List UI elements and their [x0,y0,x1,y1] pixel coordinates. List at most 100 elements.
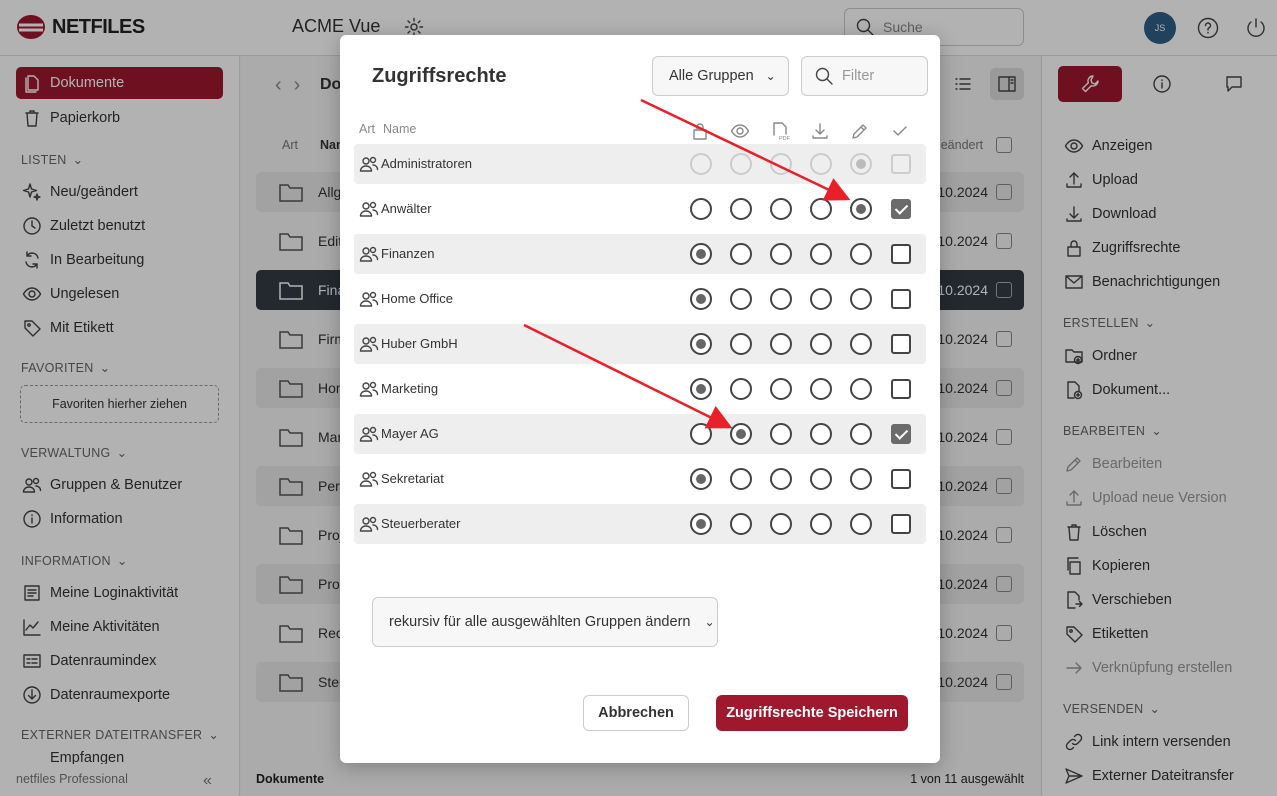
recursive-select-value: rekursiv für alle ausgewählten Gruppen ä… [389,614,691,630]
permission-row: Sekretariat [354,459,926,499]
row-select-checkbox[interactable] [891,199,911,219]
group-name: Sekretariat [381,471,444,486]
permission-radio[interactable] [810,333,832,355]
download-icon [810,121,830,141]
row-select-checkbox[interactable] [891,334,911,354]
permission-row: Home Office [354,279,926,319]
pdf-icon: PDF [770,121,790,141]
permission-radio[interactable] [730,378,752,400]
permission-radio[interactable] [770,378,792,400]
row-select-checkbox[interactable] [891,244,911,264]
permission-row: Steuerberater [354,504,926,544]
save-access-rights-button[interactable]: Zugriffsrechte Speichern [716,695,908,731]
permission-radio[interactable] [850,243,872,265]
permission-radio[interactable] [770,243,792,265]
permission-radio[interactable] [810,288,832,310]
filter-input[interactable]: Filter [801,56,928,96]
permission-radio[interactable] [690,513,712,535]
permission-radio[interactable] [730,288,752,310]
group-select-value: Alle Gruppen [669,68,754,84]
permission-radio[interactable] [730,513,752,535]
group-icon [359,381,379,397]
permission-radio[interactable] [810,378,832,400]
permission-radio[interactable] [690,378,712,400]
column-header-art: Art [359,122,375,136]
permission-radio[interactable] [850,378,872,400]
group-name: Anwälter [381,201,432,216]
chevron-down-icon: ⌄ [765,69,776,83]
group-icon [359,291,379,307]
permission-radio[interactable] [730,468,752,490]
group-icon [359,426,379,442]
group-icon [359,201,379,217]
permission-radio[interactable] [730,333,752,355]
permission-radio[interactable] [690,468,712,490]
lock-icon [690,121,710,141]
permission-radio[interactable] [770,513,792,535]
group-name: Steuerberater [381,516,461,531]
permission-radio[interactable] [690,288,712,310]
permission-row: Administratoren [354,144,926,184]
permission-radio[interactable] [850,423,872,445]
row-select-checkbox[interactable] [891,289,911,309]
permission-radio[interactable] [730,243,752,265]
permission-radio[interactable] [810,243,832,265]
permission-radio[interactable] [810,423,832,445]
group-icon [359,336,379,352]
permission-row: Finanzen [354,234,926,274]
permission-row: Anwälter [354,189,926,229]
eye-icon [730,121,750,141]
recursive-select[interactable]: rekursiv für alle ausgewählten Gruppen ä… [372,597,718,647]
check-icon [890,121,910,141]
group-icon [359,246,379,262]
permission-radio[interactable] [690,333,712,355]
group-icon [359,516,379,532]
permission-radio[interactable] [730,423,752,445]
permission-radio[interactable] [730,198,752,220]
permission-radio[interactable] [850,468,872,490]
permission-radio[interactable] [810,198,832,220]
group-name: Administratoren [381,156,473,171]
row-select-checkbox[interactable] [891,514,911,534]
permission-radio[interactable] [690,423,712,445]
group-name: Huber GmbH [381,336,458,351]
permission-radio[interactable] [770,333,792,355]
group-name: Finanzen [381,246,435,261]
filter-placeholder: Filter [842,68,875,84]
search-icon [815,67,833,85]
permission-radio [730,153,752,175]
permission-radio[interactable] [770,423,792,445]
permission-radio[interactable] [850,198,872,220]
column-header-name: Name [383,122,417,136]
permission-radio[interactable] [850,288,872,310]
group-name: Mayer AG [381,426,439,441]
permission-row: Mayer AG [354,414,926,454]
row-select-checkbox[interactable] [891,469,911,489]
row-select-checkbox [891,154,911,174]
permission-row: Huber GmbH [354,324,926,364]
permission-radio [690,153,712,175]
permission-radio[interactable] [810,468,832,490]
pencil-icon [850,121,870,141]
row-select-checkbox[interactable] [891,379,911,399]
permission-radio[interactable] [770,288,792,310]
permission-radio[interactable] [770,198,792,220]
permission-radio[interactable] [690,198,712,220]
svg-text:PDF: PDF [779,136,790,141]
permission-radio[interactable] [690,243,712,265]
permission-radio [850,153,872,175]
dialog-title: Zugriffsrechte [372,65,507,87]
group-name: Home Office [381,291,454,306]
group-icon [359,156,379,172]
group-filter-select[interactable]: Alle Gruppen ⌄ [652,56,789,96]
permission-radio[interactable] [770,468,792,490]
permission-radio[interactable] [810,513,832,535]
row-select-checkbox[interactable] [891,424,911,444]
permission-radio[interactable] [850,513,872,535]
permission-radio[interactable] [850,333,872,355]
access-rights-dialog: Zugriffsrechte Alle Gruppen ⌄ Filter Art… [340,35,940,763]
cancel-button[interactable]: Abbrechen [583,695,689,731]
chevron-down-icon: ⌄ [704,615,715,629]
group-icon [359,471,379,487]
permission-radio [810,153,832,175]
